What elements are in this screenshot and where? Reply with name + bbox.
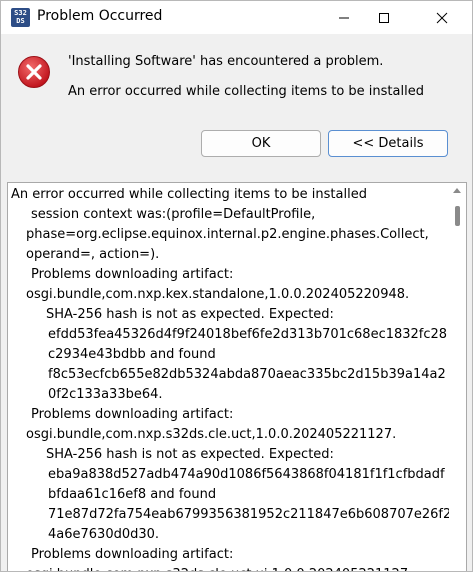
details-line: eba9a838d527adb474a90d1086f5643868f04181… [48, 467, 445, 482]
details-content: An error occurred while collecting items… [11, 185, 460, 571]
details-line: SHA-256 hash is not as expected. Expecte… [46, 307, 334, 322]
details-line: Problems downloading artifact: [31, 407, 234, 422]
problem-dialog-window: S32 DS Problem Occurred 'Installing Soft… [0, 0, 473, 572]
details-line: phase=org.eclipse.equinox.internal.p2.en… [26, 227, 429, 242]
maximize-button[interactable] [361, 1, 407, 34]
details-line: efdd53fea45326d4f9f24018bef6fe2d313b701c… [48, 327, 448, 342]
scrollbar-thumb[interactable] [455, 206, 460, 226]
close-icon [436, 12, 448, 23]
title-bar[interactable]: S32 DS Problem Occurred [1, 1, 472, 34]
ok-button[interactable]: OK [201, 130, 321, 157]
details-line: c2934e43bdbb and found [48, 347, 216, 362]
error-message: An error occurred while collecting items… [68, 84, 424, 99]
details-line: operand=, action=). [26, 247, 160, 262]
details-toggle-button[interactable]: << Details [328, 130, 448, 157]
app-icon: S32 DS [11, 8, 30, 27]
dialog-body: 'Installing Software' has encountered a … [1, 34, 472, 571]
details-line: session context was:(profile=DefaultProf… [31, 207, 316, 222]
details-text-area[interactable]: An error occurred while collecting items… [7, 182, 467, 571]
details-line: osgi.bundle,com.nxp.s32ds.cle.uct.ui,1.0… [11, 565, 447, 571]
details-line: bfdaa61c16ef8 and found [48, 487, 217, 502]
details-line: f8c53ecfcb655e82db5324abda870aeac335bc2d… [48, 367, 446, 382]
details-line: osgi.bundle,com.nxp.kex.standalone,1.0.0… [26, 287, 410, 302]
details-line: Problems downloading artifact: [31, 267, 234, 282]
close-button[interactable] [419, 1, 465, 34]
scroll-up-arrow-icon[interactable] [453, 188, 461, 193]
minimize-icon [339, 17, 349, 18]
window-title: Problem Occurred [37, 8, 163, 24]
error-icon [18, 56, 50, 88]
error-headline: 'Installing Software' has encountered a … [68, 54, 384, 69]
vertical-scrollbar[interactable] [449, 183, 466, 571]
maximize-icon [379, 12, 389, 23]
details-line: 71e87d72fa754eab6799356381952c211847e6b6… [48, 507, 460, 522]
details-line: 4a6e7630d0d30. [48, 527, 160, 542]
details-line: osgi.bundle,com.nxp.s32ds.cle.uct,1.0.0.… [26, 427, 397, 442]
details-line: SHA-256 hash is not as expected. Expecte… [46, 447, 334, 462]
details-line: Problems downloading artifact: [31, 547, 234, 562]
details-line: An error occurred while collecting items… [11, 187, 367, 202]
details-line: 0f2c133a33be64. [48, 387, 163, 402]
